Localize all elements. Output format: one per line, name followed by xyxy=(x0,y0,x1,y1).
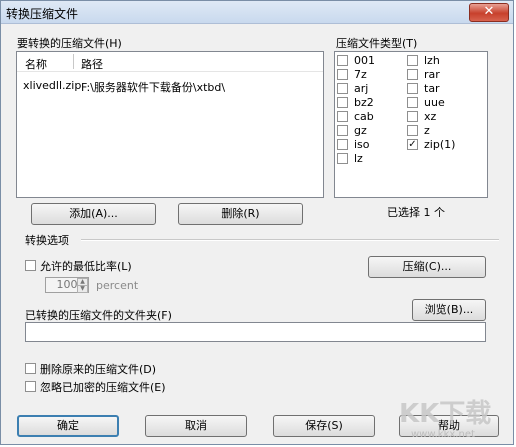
type-checkbox[interactable] xyxy=(407,69,418,80)
type-option-iso[interactable]: iso xyxy=(337,138,407,152)
delete-button[interactable]: 删除(R) xyxy=(178,203,303,225)
watermark-url: www.kkx.net xyxy=(411,429,475,440)
type-option-lz[interactable]: lz xyxy=(337,152,407,166)
type-checkbox[interactable] xyxy=(407,55,418,66)
type-checkbox[interactable] xyxy=(337,153,348,164)
options-group-divider xyxy=(81,239,499,241)
close-icon: ✕ xyxy=(483,4,495,19)
min-ratio-value: 100 xyxy=(56,278,78,291)
column-header-path[interactable]: 路径 xyxy=(81,56,103,72)
files-label: 要转换的压缩文件(H) xyxy=(17,37,122,50)
min-ratio-checkbox[interactable] xyxy=(25,260,36,271)
cancel-button[interactable]: 取消 xyxy=(145,415,247,437)
type-option-xz[interactable]: xz xyxy=(407,110,485,124)
watermark-logo: KK下载 xyxy=(399,399,492,429)
browse-button[interactable]: 浏览(B)... xyxy=(412,299,486,321)
type-option-lzh[interactable]: lzh xyxy=(407,54,485,68)
type-option-cab[interactable]: cab xyxy=(337,110,407,124)
type-option-tar[interactable]: tar xyxy=(407,82,485,96)
types-label: 压缩文件类型(T) xyxy=(336,37,418,50)
type-checkbox[interactable] xyxy=(407,111,418,122)
type-checkbox[interactable] xyxy=(407,97,418,108)
options-group-label: 转换选项 xyxy=(25,234,69,247)
spin-up-icon: ▲ xyxy=(80,278,85,285)
add-button[interactable]: 添加(A)... xyxy=(31,203,156,225)
type-option-gz[interactable]: gz xyxy=(337,124,407,138)
type-checkbox[interactable] xyxy=(407,125,418,136)
type-option-001[interactable]: 001 xyxy=(337,54,407,68)
delete-original-label: 删除原来的压缩文件(D) xyxy=(40,363,157,376)
check-icon: ✓ xyxy=(408,139,417,150)
percent-label: percent xyxy=(96,279,139,292)
types-list: 001 7z arj bz2 cab gz iso lz lzh rar tar… xyxy=(334,51,488,198)
type-option-7z[interactable]: 7z xyxy=(337,68,407,82)
type-checkbox[interactable] xyxy=(337,83,348,94)
type-option-zip[interactable]: ✓ zip(1) xyxy=(407,138,485,152)
ignore-encrypted-label: 忽略已加密的压缩文件(E) xyxy=(40,381,166,394)
ignore-encrypted-checkbox[interactable] xyxy=(25,381,36,392)
type-option-arj[interactable]: arj xyxy=(337,82,407,96)
type-option-uue[interactable]: uue xyxy=(407,96,485,110)
type-checkbox[interactable] xyxy=(407,83,418,94)
type-checkbox-checked[interactable]: ✓ xyxy=(407,139,418,150)
type-checkbox[interactable] xyxy=(337,55,348,66)
file-name-cell: xlivedll.zip xyxy=(23,79,82,92)
files-list[interactable]: 名称 路径 xlivedll.zip F:\服务器软件下载备份\xtbd\ xyxy=(16,51,324,198)
file-path-cell: F:\服务器软件下载备份\xtbd\ xyxy=(81,81,226,94)
window-title: 转换压缩文件 xyxy=(6,7,79,21)
type-checkbox[interactable] xyxy=(337,69,348,80)
output-folder-input[interactable] xyxy=(25,322,486,342)
files-list-header: 名称 路径 xyxy=(17,52,323,72)
spin-down-icon: ▼ xyxy=(80,285,85,292)
column-header-name[interactable]: 名称 xyxy=(25,56,47,72)
type-checkbox[interactable] xyxy=(337,111,348,122)
ok-button[interactable]: 确定 xyxy=(17,415,119,437)
convert-archive-dialog: 转换压缩文件 ✕ 要转换的压缩文件(H) 名称 路径 xlivedll.zip … xyxy=(0,0,514,445)
selected-count: 已选择 1 个 xyxy=(387,206,445,219)
type-checkbox[interactable] xyxy=(337,139,348,150)
close-button[interactable]: ✕ xyxy=(469,3,509,22)
spin-down-button: ▼ xyxy=(77,285,88,293)
title-bar[interactable]: 转换压缩文件 ✕ xyxy=(1,1,513,24)
delete-original-checkbox[interactable] xyxy=(25,363,36,374)
type-checkbox[interactable] xyxy=(337,97,348,108)
compress-button[interactable]: 压缩(C)... xyxy=(368,256,486,278)
type-option-z[interactable]: z xyxy=(407,124,485,138)
type-option-rar[interactable]: rar xyxy=(407,68,485,82)
min-ratio-label: 允许的最低比率(L) xyxy=(40,260,132,273)
type-option-bz2[interactable]: bz2 xyxy=(337,96,407,110)
type-checkbox[interactable] xyxy=(337,125,348,136)
output-folder-label: 已转换的压缩文件的文件夹(F) xyxy=(25,309,172,322)
save-button[interactable]: 保存(S) xyxy=(273,415,375,437)
table-row[interactable]: xlivedll.zip F:\服务器软件下载备份\xtbd\ xyxy=(17,77,323,94)
